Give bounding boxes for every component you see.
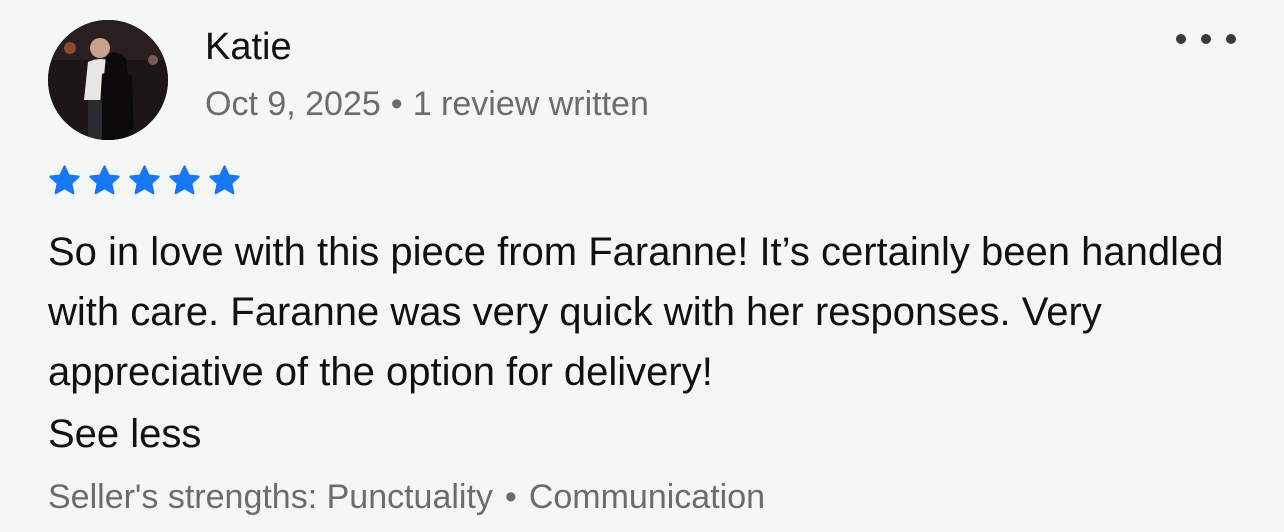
review-card: Katie Oct 9, 2025 • 1 review written So in…: [0, 0, 1284, 532]
more-options-icon: [1176, 34, 1186, 44]
star-icon: [209, 165, 240, 195]
seller-strengths: Seller's strengths: Punctuality • Communic…: [48, 478, 765, 517]
star-icon: [89, 165, 120, 195]
meta-separator: •: [390, 85, 403, 123]
strengths-separator: •: [504, 478, 517, 516]
review-text: So in love with this piece from Faranne!…: [48, 230, 1224, 394]
star-icon: [169, 165, 200, 195]
more-options-button[interactable]: [1176, 22, 1236, 56]
reviewer-name[interactable]: Katie: [205, 26, 292, 69]
review-meta: Oct 9, 2025 • 1 review written: [205, 85, 649, 124]
more-options-icon: [1201, 34, 1211, 44]
avatar-photo: [48, 20, 168, 140]
star-rating: [48, 164, 241, 197]
strength-communication: Communication: [528, 478, 766, 516]
star-icon: [49, 165, 80, 195]
more-options-icon: [1226, 34, 1236, 44]
star-icon: [129, 165, 160, 195]
review-date: Oct 9, 2025: [205, 85, 381, 123]
review-count: 1 review written: [412, 85, 649, 123]
see-less-link[interactable]: See less: [48, 404, 201, 464]
strength-punctuality: Seller's strengths: Punctuality: [48, 478, 493, 516]
avatar[interactable]: [48, 20, 168, 140]
